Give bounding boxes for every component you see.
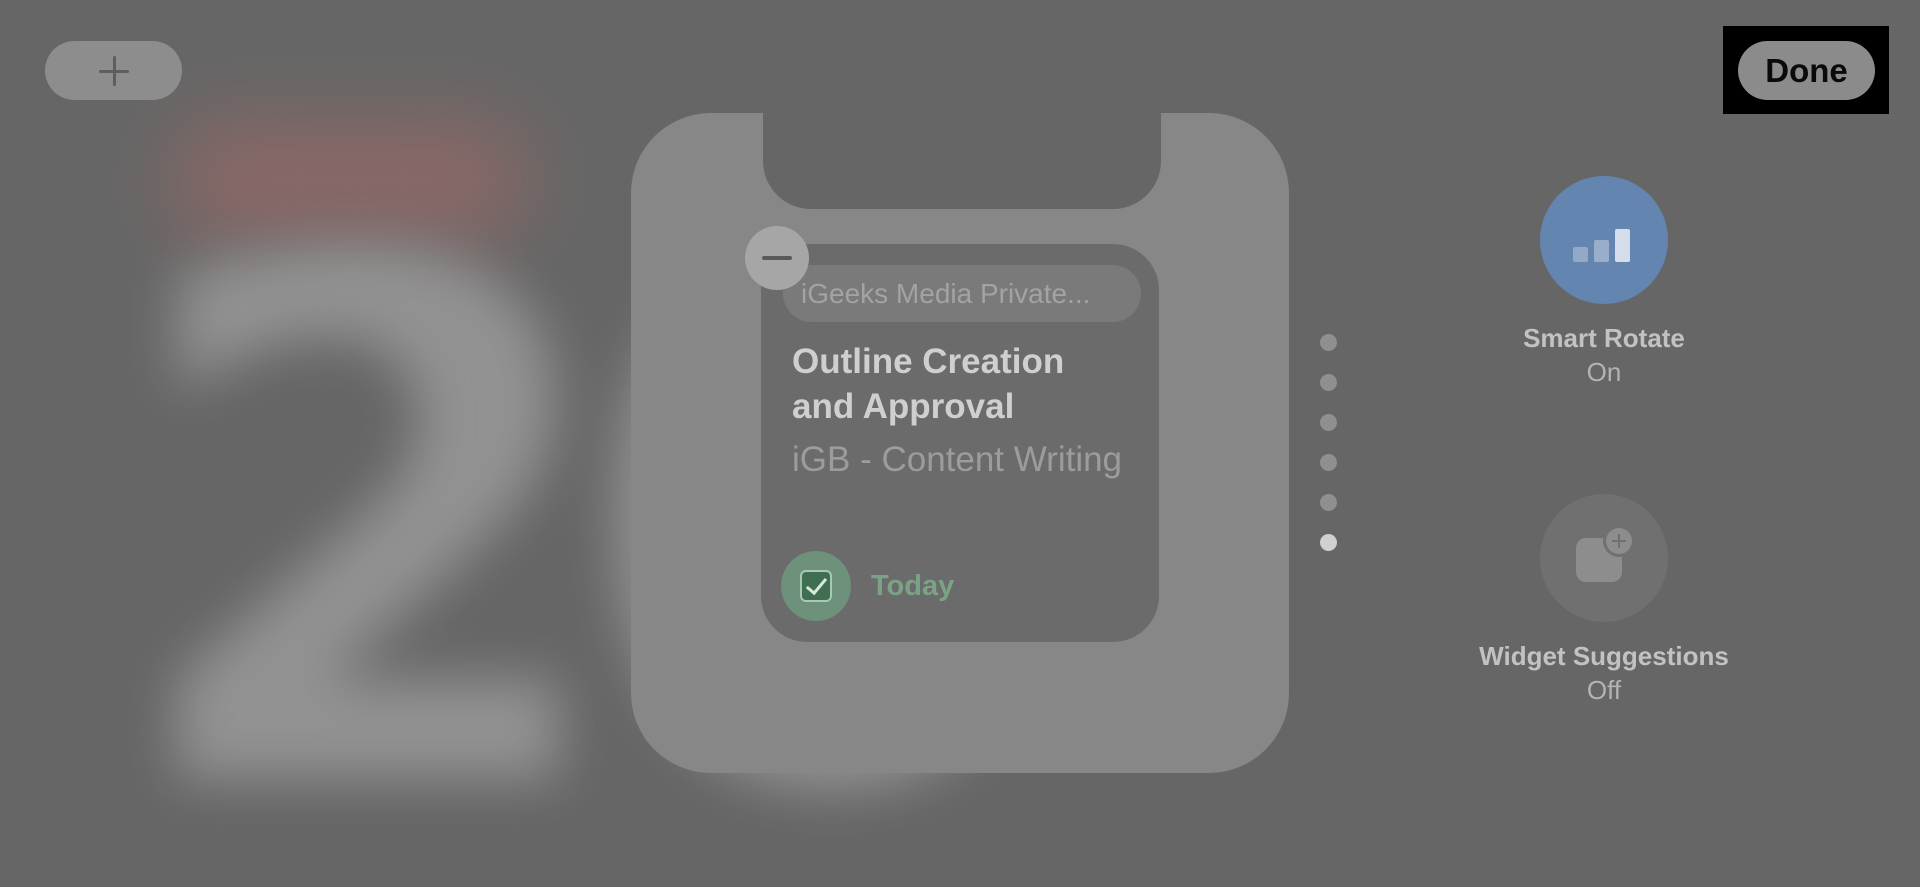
widget-suggestions-status: Off [1586, 675, 1622, 705]
widget-suggestions-option: Widget Suggestions Off [1444, 494, 1764, 708]
smart-rotate-option: Smart Rotate On [1444, 176, 1764, 390]
add-widget-button[interactable] [45, 41, 182, 100]
done-button[interactable]: Done [1738, 41, 1875, 100]
widget-add-icon [1576, 528, 1634, 586]
minus-icon [762, 256, 792, 260]
page-dot[interactable] [1320, 534, 1337, 551]
smart-rotate-status: On [1586, 357, 1622, 387]
task-title: Outline Creation and Approval [792, 342, 1065, 426]
smart-rotate-title: Smart Rotate [1523, 323, 1685, 353]
done-button-highlight: Done [1723, 26, 1889, 114]
task-project: iGB - Content Writing [792, 440, 1123, 479]
page-dot[interactable] [1320, 494, 1337, 511]
add-badge-icon [1606, 528, 1632, 554]
workspace-label: iGeeks Media Private... [783, 265, 1141, 322]
bars-icon [1573, 226, 1635, 262]
smart-rotate-toggle[interactable] [1540, 176, 1668, 304]
page-dot[interactable] [1320, 414, 1337, 431]
widget-suggestions-title: Widget Suggestions [1479, 641, 1729, 671]
stack-notch [763, 113, 1161, 209]
page-dot[interactable] [1320, 374, 1337, 391]
standby-edit-screen: 20 Done iGeeks Media Private... Outline … [0, 0, 1920, 887]
check-mark [805, 572, 828, 596]
bar-medium [1594, 240, 1609, 262]
due-date-label: Today [871, 570, 955, 602]
page-dot[interactable] [1320, 334, 1337, 351]
bar-large [1615, 229, 1630, 262]
complete-task-button[interactable] [781, 551, 851, 621]
plus-icon [98, 55, 129, 86]
bar-small [1573, 247, 1588, 262]
widget-suggestions-toggle[interactable] [1540, 494, 1668, 622]
page-dot[interactable] [1320, 454, 1337, 471]
remove-widget-button[interactable] [745, 226, 809, 290]
checkbox-icon [800, 570, 832, 602]
